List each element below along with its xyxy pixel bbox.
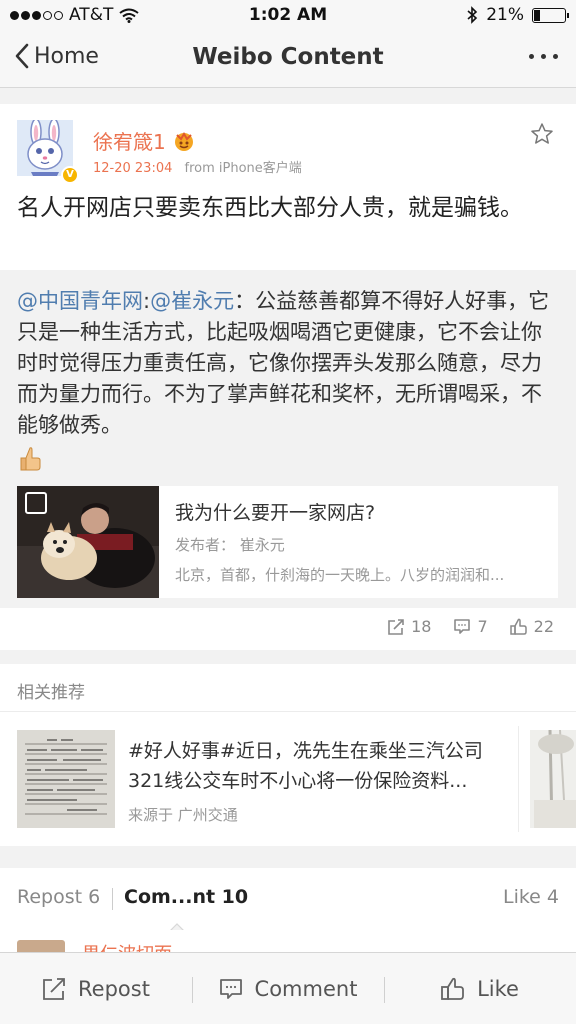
status-left: AT&T <box>10 5 139 25</box>
post-time: 12-20 23:04 <box>93 161 173 176</box>
signal-strength-icon <box>10 10 63 20</box>
verified-badge-icon: V <box>61 166 79 184</box>
post-card: V 徐宥箴1 12-20 23:04 from iPhone客户端 名人开网店只… <box>0 104 576 650</box>
username-row[interactable]: 徐宥箴1 <box>93 126 196 155</box>
comment-icon <box>219 978 242 999</box>
tab-like[interactable]: Like 4 <box>503 886 559 908</box>
chevron-left-icon <box>15 43 29 69</box>
like-thumb-icon <box>509 618 527 635</box>
mention-link[interactable]: @崔永元 <box>150 289 234 313</box>
reposted-content[interactable]: @中国青年网:@崔永元：公益慈善都算不得好人好事，它只是一种生活方式，比起吸烟喝… <box>0 270 576 608</box>
more-button[interactable] <box>529 54 558 59</box>
repost-count-button[interactable]: 18 <box>387 617 431 636</box>
mention-link[interactable]: @中国青年网 <box>17 289 143 313</box>
tab-repost[interactable]: Repost 6 <box>17 886 100 908</box>
related-header: 相关推荐 <box>0 664 576 712</box>
more-dot-icon <box>541 54 546 59</box>
thumbs-up-emoji-icon <box>20 447 41 471</box>
status-bar: AT&T 1:02 AM 21% <box>0 0 576 30</box>
bluetooth-icon <box>467 6 478 24</box>
related-item[interactable]: #好人好事#近日，冼先生在乘坐三汽公司321线公交车时不小心将一份保险资料...… <box>0 712 576 846</box>
tab-comment[interactable]: Com...nt 10 <box>124 886 248 908</box>
more-dot-icon <box>553 54 558 59</box>
vip-crown-icon <box>174 131 193 151</box>
interaction-tabs: Repost 6 Com...nt 10 Like 4 <box>0 868 576 931</box>
battery-percent: 21% <box>486 5 524 25</box>
repost-label: Repost <box>78 976 150 1001</box>
post-source: from iPhone客户端 <box>184 161 302 176</box>
article-tag-icon <box>25 492 47 514</box>
wifi-icon <box>119 8 139 23</box>
repost-count: 18 <box>411 617 432 636</box>
bottom-toolbar: Repost Comment Like <box>0 952 576 1024</box>
comment-label: Comment <box>254 976 358 1001</box>
carrier-label: AT&T <box>69 5 114 25</box>
like-count-button[interactable]: 22 <box>509 617 554 636</box>
comment-button[interactable]: Comment <box>192 953 384 1024</box>
handwritten-note-image <box>17 730 115 828</box>
comment-icon <box>454 618 471 634</box>
more-dot-icon <box>529 54 534 59</box>
divider <box>518 726 519 832</box>
post-meta: 12-20 23:04 from iPhone客户端 <box>93 157 302 176</box>
like-count: 22 <box>533 617 554 636</box>
link-card[interactable]: 我为什么要开一家网店? 发布者： 崔永元 北京，首都，什刹海的一天晚上。八岁的润… <box>17 486 558 598</box>
repost-icon <box>43 977 65 1000</box>
related-title: #好人好事#近日，冼先生在乘坐三汽公司321线公交车时不小心将一份保险资料... <box>128 740 483 792</box>
like-thumb-icon <box>441 977 464 1000</box>
next-related-thumbnail[interactable] <box>530 730 576 828</box>
avatar[interactable]: V <box>17 118 79 184</box>
related-thumbnail <box>17 730 115 828</box>
related-source: 来源于 广州交通 <box>128 806 238 824</box>
card-title: 我为什么要开一家网店? <box>175 502 376 524</box>
battery-fill <box>534 9 541 21</box>
street-photo-image <box>530 730 576 828</box>
comment-count: 7 <box>477 617 488 636</box>
post-actions: 18 7 22 <box>387 617 554 636</box>
status-right: 21% <box>466 5 569 25</box>
card-author: 发布者： 崔永元 <box>175 536 285 554</box>
like-button[interactable]: Like <box>384 953 576 1024</box>
tab-divider <box>112 888 113 910</box>
repost-button[interactable]: Repost <box>0 953 192 1024</box>
comment-count-button[interactable]: 7 <box>453 617 488 636</box>
back-label: Home <box>34 43 99 69</box>
battery-icon <box>532 7 569 23</box>
card-description: 北京，首都，什刹海的一天晚上。八岁的润润和... <box>175 566 505 584</box>
card-thumbnail <box>17 486 159 598</box>
repost-text-block: @中国青年网:@崔永元：公益慈善都算不得好人好事，它只是一种生活方式，比起吸烟喝… <box>17 286 557 441</box>
comment-list: 果仁波切而 <box>0 930 576 954</box>
post-text: 名人开网店只要卖东西比大部分人贵，就是骗钱。 <box>17 195 523 221</box>
favorite-star-icon[interactable] <box>530 122 554 146</box>
back-button[interactable]: Home <box>14 42 99 70</box>
repost-icon <box>388 618 404 635</box>
like-label: Like <box>477 976 519 1001</box>
username[interactable]: 徐宥箴1 <box>93 126 166 155</box>
navigation-bar: Home Weibo Content <box>0 30 576 88</box>
